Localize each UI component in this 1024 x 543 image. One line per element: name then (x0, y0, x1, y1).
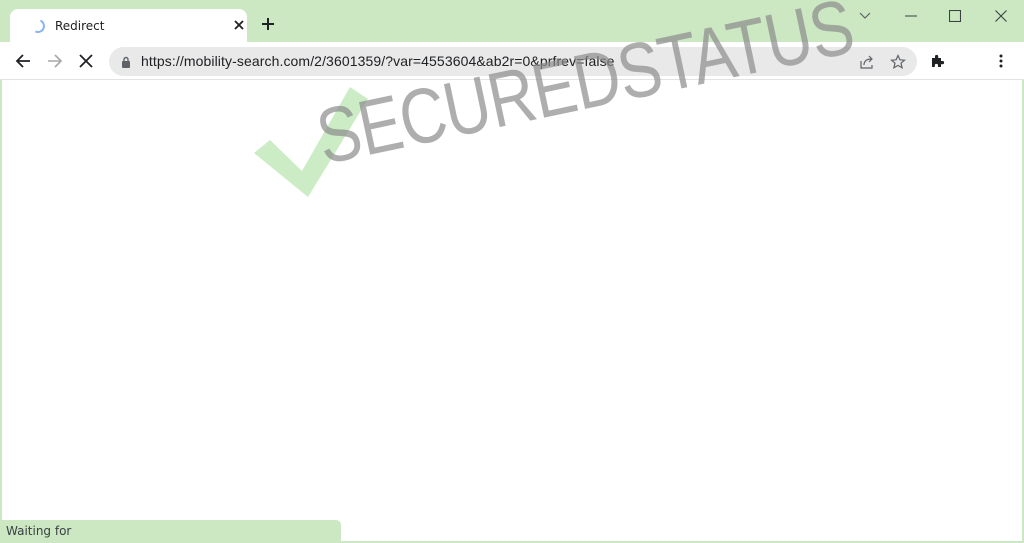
minimize-icon (905, 15, 917, 17)
puzzle-icon (932, 54, 945, 67)
toolbar: https://mobility-search.com/2/3601359/?v… (0, 42, 1024, 79)
kebab-menu-icon (999, 54, 1003, 68)
plus-icon (262, 18, 274, 30)
forward-button[interactable] (41, 47, 69, 75)
maximize-button[interactable] (932, 0, 978, 32)
new-tab-button[interactable] (258, 15, 278, 35)
tab-search-button[interactable] (842, 0, 888, 32)
star-icon (890, 54, 906, 70)
window-close-button[interactable] (978, 0, 1024, 32)
maximize-icon (949, 10, 961, 22)
arrow-left-icon (15, 54, 30, 68)
minimize-button[interactable] (888, 0, 934, 32)
bookmark-button[interactable] (888, 52, 908, 72)
stop-x-icon (79, 54, 93, 68)
share-button[interactable] (857, 52, 877, 72)
page-content (2, 80, 1022, 541)
lock-icon[interactable] (121, 55, 131, 73)
tab-close-button[interactable] (231, 17, 247, 33)
menu-button[interactable] (990, 50, 1012, 72)
status-bubble: Waiting for (0, 520, 341, 543)
browser-window: Redirect https://mobility-search.com/2/3… (0, 0, 1024, 543)
loading-spinner-icon (29, 17, 47, 35)
chevron-down-icon (859, 12, 871, 19)
tab-strip: Redirect (0, 0, 1024, 42)
tab-title: Redirect (55, 19, 105, 33)
arrow-right-icon (48, 54, 63, 68)
stop-loading-button[interactable] (72, 47, 100, 75)
close-icon (234, 20, 244, 30)
extensions-button[interactable] (927, 50, 949, 72)
back-button[interactable] (9, 47, 37, 75)
status-text: Waiting for (6, 524, 72, 538)
close-icon (995, 10, 1007, 22)
tab-redirect[interactable]: Redirect (10, 9, 247, 42)
share-icon (860, 55, 873, 69)
address-bar[interactable]: https://mobility-search.com/2/3601359/?v… (109, 47, 917, 76)
url-text[interactable]: https://mobility-search.com/2/3601359/?v… (141, 53, 615, 69)
